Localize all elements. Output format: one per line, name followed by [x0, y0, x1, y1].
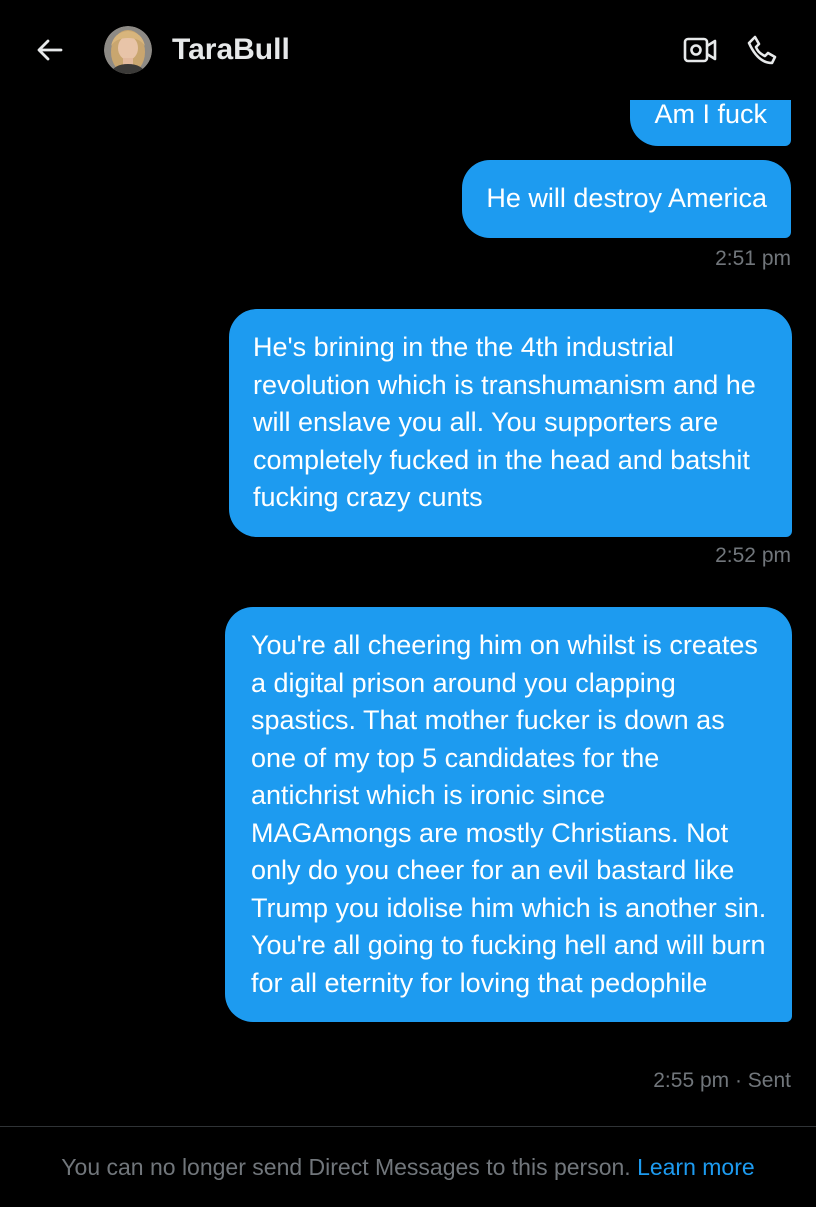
video-camera-icon: [683, 37, 717, 63]
message-text: He will destroy America: [486, 183, 767, 213]
message-text: Am I fuck: [654, 99, 767, 129]
message-bubble[interactable]: He's brining in the the 4th industrial r…: [229, 309, 792, 537]
back-button[interactable]: [30, 30, 70, 70]
conversation-header: TaraBull: [0, 0, 816, 100]
arrow-left-icon: [37, 39, 63, 61]
message-timestamp: 2:51 pm: [715, 247, 791, 270]
notice-text: You can no longer send Direct Messages t…: [61, 1154, 631, 1180]
learn-more-link[interactable]: Learn more: [637, 1154, 755, 1180]
contact-avatar-icon: [104, 26, 152, 74]
phone-call-button[interactable]: [740, 28, 784, 72]
phone-icon: [747, 35, 777, 65]
message-timestamp: 2:52 pm: [715, 544, 791, 567]
contact-name[interactable]: TaraBull: [172, 30, 290, 70]
conversation-area: Am I fuck He will destroy America 2:51 p…: [0, 0, 816, 1125]
message-timestamp: 2:55 pm · Sent: [653, 1069, 791, 1092]
avatar[interactable]: [104, 26, 152, 74]
message-text: You're all cheering him on whilst is cre…: [251, 630, 767, 998]
message-text: He's brining in the the 4th industrial r…: [253, 332, 756, 512]
message-bubble[interactable]: You're all cheering him on whilst is cre…: [225, 607, 792, 1022]
dm-restricted-notice: You can no longer send Direct Messages t…: [0, 1127, 816, 1200]
message-bubble[interactable]: He will destroy America: [462, 160, 791, 238]
video-call-button[interactable]: [678, 28, 722, 72]
